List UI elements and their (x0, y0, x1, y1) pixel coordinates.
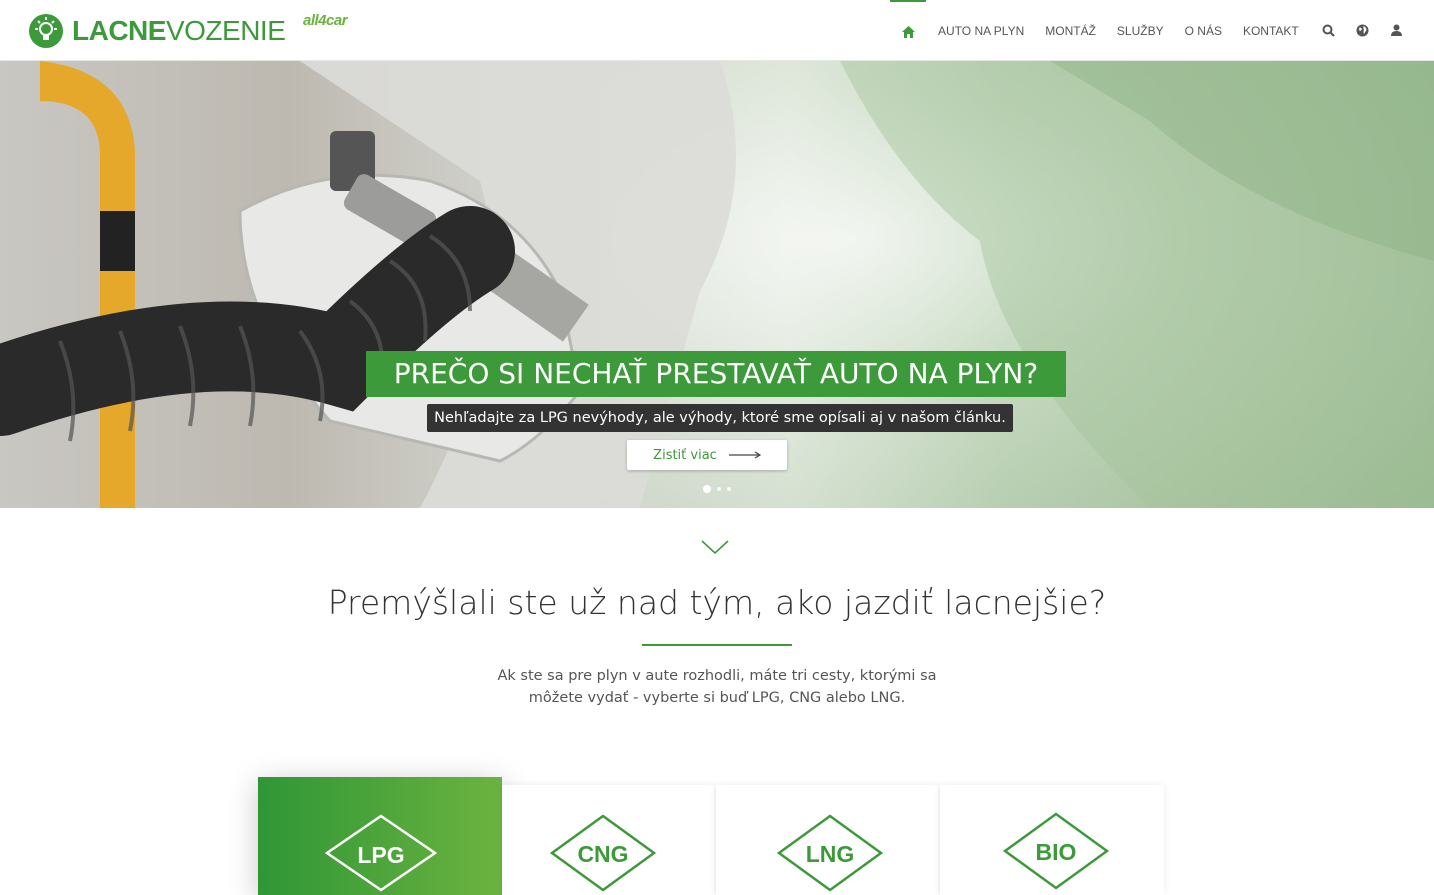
card-cng[interactable]: CNG (502, 785, 714, 895)
globe-icon (1356, 24, 1368, 36)
section-heading: Premýšlali ste už nad tým, ako jazdiť la… (327, 583, 1107, 622)
main-nav: AUTO NA PLYN MONTÁŽ SLUŽBY O NÁS KONTAKT (890, 0, 1308, 61)
card-lpg[interactable]: LPG (258, 777, 502, 895)
arrow-right-icon (728, 451, 761, 459)
slider-dot-3[interactable] (727, 487, 731, 491)
logo-light: VOZENIE (165, 15, 286, 46)
language-button[interactable] (1354, 22, 1370, 38)
search-button[interactable] (1320, 22, 1336, 38)
user-icon (1390, 24, 1402, 36)
nav-item-montaz[interactable]: MONTÁŽ (1045, 24, 1096, 38)
heading-divider (642, 644, 792, 646)
card-lpg-label: LPG (357, 842, 405, 868)
intro-line-1: Ak ste sa pre plyn v aute rozhodli, máte… (497, 668, 937, 684)
learn-more-button[interactable]: Zistiť viac (627, 440, 787, 470)
nav-item-kontakt[interactable]: KONTAKT (1243, 24, 1299, 38)
hero-title: PREČO SI NECHAŤ PRESTAVAŤ AUTO NA PLYN? (366, 351, 1066, 397)
slider-dot-2[interactable] (717, 487, 721, 491)
nav-item-auto-na-plyn[interactable]: AUTO NA PLYN (938, 24, 1024, 38)
learn-more-label: Zistiť viac (653, 447, 717, 463)
section-intro: Ak ste sa pre plyn v aute rozhodli, máte… (467, 665, 967, 709)
hero-slider: PREČO SI NECHAŤ PRESTAVAŤ AUTO NA PLYN? … (0, 61, 1434, 508)
card-lng-label: LNG (805, 841, 855, 867)
intro-line-2: môžete vydať - vyberte si buď LPG, CNG a… (528, 690, 906, 706)
logo-text: LACNEVOZENIE (72, 13, 286, 49)
nav-item-sluzby[interactable]: SLUŽBY (1117, 24, 1164, 38)
nav-item-o-nas[interactable]: O NÁS (1185, 24, 1222, 38)
slider-dots (703, 485, 737, 493)
home-icon (901, 25, 915, 38)
lightbulb-logo-icon (29, 14, 63, 48)
account-button[interactable] (1388, 22, 1404, 38)
card-bio[interactable]: BIO (940, 785, 1164, 895)
card-lng[interactable]: LNG (716, 785, 938, 895)
slider-dot-1[interactable] (703, 485, 711, 493)
logo[interactable]: LACNEVOZENIE (28, 13, 286, 49)
nav-home[interactable] (890, 0, 926, 61)
chevron-down-icon[interactable] (701, 540, 729, 554)
card-bio-label: BIO (1035, 839, 1077, 865)
logo-bold: LACNE (72, 15, 166, 46)
card-cng-label: CNG (577, 841, 629, 867)
nav-icons (1320, 22, 1422, 38)
hero-subtitle: Nehľadajte za LPG nevýhody, ale výhody, … (427, 404, 1013, 432)
partner-logo[interactable]: all4car (303, 12, 348, 29)
site-header: LACNEVOZENIE all4car AUTO NA PLYN MONTÁŽ… (0, 0, 1434, 61)
search-icon (1322, 24, 1335, 37)
